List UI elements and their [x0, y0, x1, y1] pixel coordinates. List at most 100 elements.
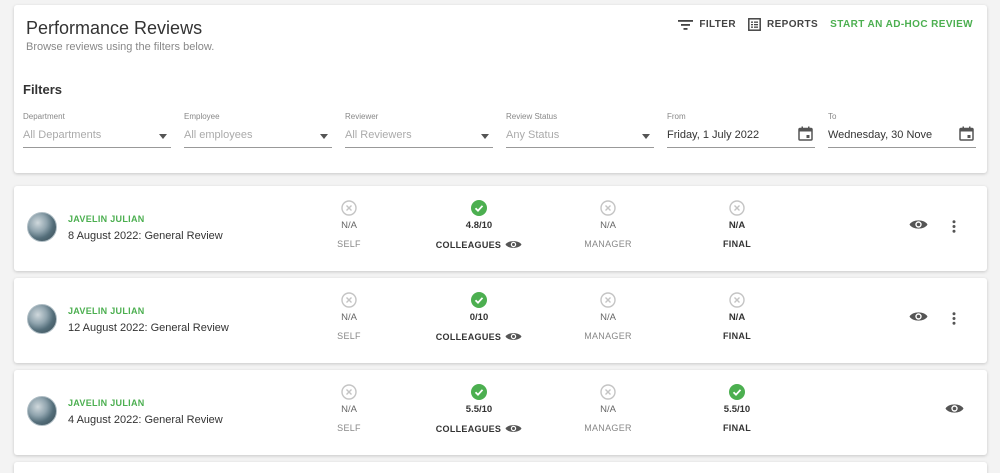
cancel-circle-icon	[600, 292, 616, 308]
cancel-circle-icon	[729, 292, 745, 308]
reviewer-select[interactable]: Reviewer All Reviewers	[345, 112, 493, 148]
check-circle-icon	[729, 384, 745, 400]
field-underline	[506, 147, 654, 148]
page-subtitle: Browse reviews using the filters below.	[26, 41, 215, 53]
eye-icon[interactable]	[505, 239, 522, 250]
header-actions: FILTER REPORTS START AN AD-HOC REVIEW	[666, 18, 973, 31]
stage-score: 5.5/10	[465, 404, 493, 415]
reports-label: REPORTS	[766, 19, 819, 30]
filter-label: FILTER	[699, 19, 736, 30]
check-circle-icon	[471, 292, 487, 308]
start-adhoc-review-button[interactable]: START AN AD-HOC REVIEW	[830, 19, 973, 30]
reviewer-label: Reviewer	[345, 112, 379, 121]
reports-icon	[748, 18, 761, 31]
view-review-eye-icon[interactable]	[945, 402, 964, 415]
review-card[interactable]: JAVELIN JULIAN 12 August 2022: General R…	[14, 278, 987, 363]
stage-label: SELF	[337, 331, 361, 341]
page-title: Performance Reviews	[26, 18, 203, 38]
field-underline	[828, 147, 976, 148]
chevron-down-icon	[320, 134, 328, 139]
filter-icon	[678, 19, 694, 30]
check-circle-icon	[471, 200, 487, 216]
stage-colleagues: 5.5/10 COLLEAGUES	[419, 384, 539, 434]
review-card[interactable]: JAVELIN JULIAN 8 August 2022: General Re…	[14, 186, 987, 271]
department-value: All Departments	[23, 129, 102, 141]
employee-label: Employee	[184, 112, 220, 121]
to-value: Wednesday, 30 Nove	[828, 129, 933, 141]
stage-label: FINAL	[723, 423, 751, 433]
stage-label: FINAL	[723, 331, 751, 341]
review-title: 4 August 2022: General Review	[68, 414, 223, 426]
department-select[interactable]: Department All Departments	[23, 112, 171, 148]
chevron-down-icon	[159, 134, 167, 139]
review-card[interactable]: JAVELIN JULIAN 4 August 2022: General Re…	[14, 370, 987, 455]
calendar-icon[interactable]	[959, 126, 974, 141]
more-vert-icon[interactable]	[952, 312, 956, 325]
employee-name[interactable]: JAVELIN JULIAN	[68, 214, 145, 224]
stage-manager: N/A MANAGER	[548, 292, 668, 341]
stage-label-row: COLLEAGUES	[419, 331, 539, 342]
check-circle-icon	[471, 384, 487, 400]
review-status-select[interactable]: Review Status Any Status	[506, 112, 654, 148]
to-label: To	[828, 112, 837, 121]
reports-button[interactable]: REPORTS	[748, 18, 818, 31]
stage-label-row: COLLEAGUES	[419, 423, 539, 434]
stage-label: COLLEAGUES	[435, 423, 502, 434]
stage-label: COLLEAGUES	[435, 239, 502, 250]
view-review-eye-icon[interactable]	[909, 310, 928, 323]
filter-button[interactable]: FILTER	[678, 19, 736, 31]
stage-manager: N/A MANAGER	[548, 384, 668, 433]
stage-score: N/A	[341, 312, 357, 323]
field-underline	[23, 147, 171, 148]
stage-label: FINAL	[723, 239, 751, 249]
review-title: 8 August 2022: General Review	[68, 230, 223, 242]
field-underline	[667, 147, 815, 148]
avatar	[27, 304, 57, 334]
stage-final: N/A FINAL	[677, 292, 797, 341]
stage-score: N/A	[600, 220, 616, 231]
reviewer-value: All Reviewers	[345, 129, 412, 141]
stage-label: COLLEAGUES	[435, 331, 502, 342]
avatar	[27, 396, 57, 426]
stage-final: 5.5/10 FINAL	[677, 384, 797, 433]
stage-self: N/A SELF	[289, 384, 409, 433]
department-label: Department	[23, 112, 65, 121]
stage-label: SELF	[337, 239, 361, 249]
cancel-circle-icon	[600, 200, 616, 216]
stage-colleagues: 4.8/10 COLLEAGUES	[419, 200, 539, 250]
stage-score: 5.5/10	[723, 404, 751, 415]
stage-score: N/A	[341, 220, 357, 231]
employee-name[interactable]: JAVELIN JULIAN	[68, 398, 145, 408]
stage-score: 0/10	[469, 312, 489, 323]
stage-final: N/A FINAL	[677, 200, 797, 249]
stage-label: SELF	[337, 423, 361, 433]
employee-name[interactable]: JAVELIN JULIAN	[68, 306, 145, 316]
review-title: 12 August 2022: General Review	[68, 322, 229, 334]
stage-colleagues: 0/10 COLLEAGUES	[419, 292, 539, 342]
stage-score: N/A	[341, 404, 357, 415]
review-status-value: Any Status	[506, 129, 560, 141]
from-date-field[interactable]: From Friday, 1 July 2022	[667, 112, 815, 148]
view-review-eye-icon[interactable]	[909, 218, 928, 231]
employee-select[interactable]: Employee All employees	[184, 112, 332, 148]
calendar-icon[interactable]	[798, 126, 813, 141]
eye-icon[interactable]	[505, 331, 522, 342]
more-vert-icon[interactable]	[952, 220, 956, 233]
employee-value: All employees	[184, 129, 253, 141]
eye-icon[interactable]	[505, 423, 522, 434]
stage-label-row: COLLEAGUES	[419, 239, 539, 250]
stage-self: N/A SELF	[289, 200, 409, 249]
cancel-circle-icon	[729, 200, 745, 216]
review-card[interactable]	[14, 462, 987, 473]
from-value: Friday, 1 July 2022	[667, 129, 760, 141]
stage-self: N/A SELF	[289, 292, 409, 341]
cancel-circle-icon	[341, 384, 357, 400]
cancel-circle-icon	[341, 200, 357, 216]
stage-score: N/A	[728, 220, 746, 231]
field-underline	[345, 147, 493, 148]
stage-label: MANAGER	[584, 239, 632, 249]
filters-heading: Filters	[23, 82, 63, 97]
to-date-field[interactable]: To Wednesday, 30 Nove	[828, 112, 976, 148]
stage-score: 4.8/10	[465, 220, 493, 231]
stage-label: MANAGER	[584, 423, 632, 433]
